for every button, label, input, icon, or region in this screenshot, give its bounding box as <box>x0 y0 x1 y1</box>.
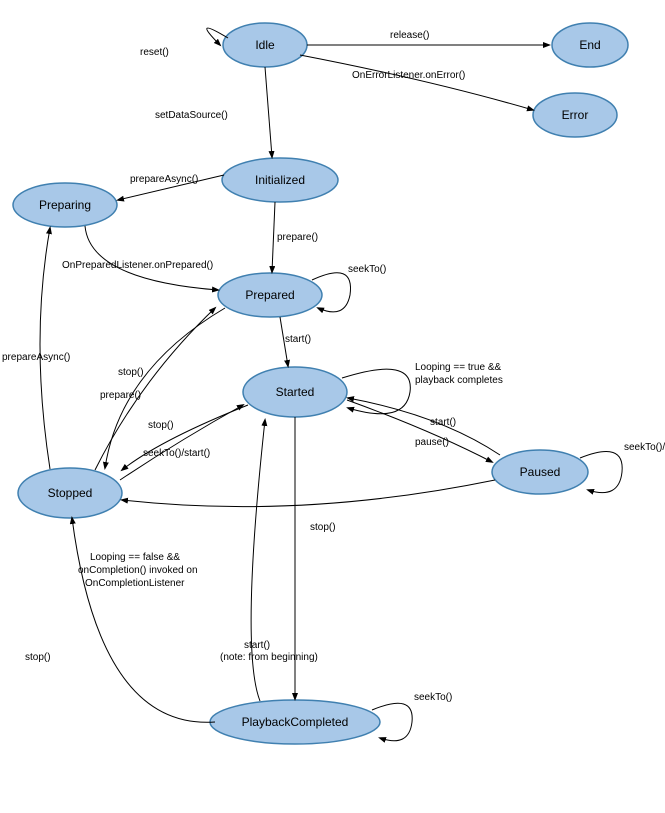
label-init-preparing: prepareAsync() <box>130 174 198 185</box>
state-playbackcompleted-label: PlaybackCompleted <box>242 715 349 729</box>
label-preparing-prepared: OnPreparedListener.onPrepared() <box>62 260 213 271</box>
label-stopped-started: seekTo()/start() <box>143 448 210 459</box>
state-preparing-label: Preparing <box>39 198 91 212</box>
label-prepared-seekto: seekTo() <box>348 264 386 275</box>
label-started-stop: stop() <box>148 420 174 431</box>
state-started-label: Started <box>276 385 315 399</box>
label-started-pause: pause() <box>415 437 449 448</box>
label-playback-stop: stop() <box>25 652 51 663</box>
label-started-playback3: OnCompletionListener <box>85 578 185 589</box>
label-started-looping2: playback completes <box>415 375 503 386</box>
state-initialized-label: Initialized <box>255 173 305 187</box>
label-reset: reset() <box>140 47 169 58</box>
label-stopped-prepare: prepare() <box>100 390 141 401</box>
label-playback-start2: (note: from beginning) <box>220 652 318 663</box>
state-paused-label: Paused <box>520 465 561 479</box>
label-paused-stop: stop() <box>310 522 336 533</box>
label-playback-start: start() <box>244 640 270 651</box>
label-init-prepared: prepare() <box>277 232 318 243</box>
label-idle-initialized: setDataSource() <box>155 110 228 121</box>
state-idle-label: Idle <box>255 38 275 52</box>
label-started-playback2: onCompletion() invoked on <box>78 565 198 576</box>
label-paused-start: start() <box>430 417 456 428</box>
label-idle-end: release() <box>390 30 429 41</box>
label-started-playback: Looping == false && <box>90 552 180 563</box>
label-stopped-prepareasync: prepareAsync() <box>2 352 70 363</box>
state-diagram: Idle End Error Initialized Preparing Pre… <box>0 0 665 813</box>
label-idle-error: OnErrorListener.onError() <box>352 70 465 81</box>
state-stopped-label: Stopped <box>48 486 93 500</box>
label-prepared-stop: stop() <box>118 367 144 378</box>
label-playback-seekto: seekTo() <box>414 692 452 703</box>
label-prepared-start: start() <box>285 334 311 345</box>
state-error-label: Error <box>562 108 589 122</box>
label-started-looping: Looping == true && <box>415 362 502 373</box>
state-end-label: End <box>579 38 600 52</box>
label-paused-seekto: seekTo()/pause() <box>624 442 665 453</box>
state-prepared-label: Prepared <box>245 288 294 302</box>
